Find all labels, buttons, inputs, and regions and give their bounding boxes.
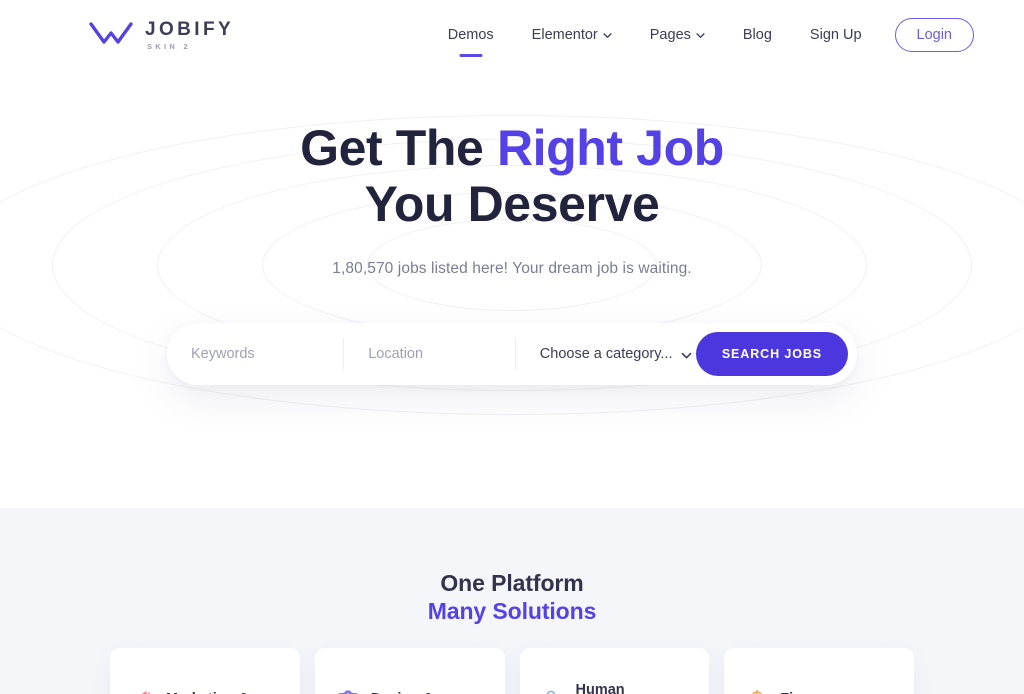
category-select[interactable]: Choose a category...: [514, 338, 696, 370]
location-field[interactable]: [343, 338, 515, 370]
hero-subtitle: 1,80,570 jobs listed here! Your dream jo…: [332, 260, 692, 277]
chevron-down-icon: [681, 349, 692, 360]
nav-label-elementor: Elementor: [531, 26, 598, 43]
category-card-finance[interactable]: Finance: [724, 648, 914, 694]
categories-section: One Platform Many Solutions Marketing &: [0, 508, 1024, 694]
nav-item-pages[interactable]: Pages: [631, 28, 724, 43]
nav-item-sign-up[interactable]: Sign Up: [791, 28, 881, 43]
heart-chevron-logo-icon: [88, 20, 134, 50]
headline-accent: Right Job: [496, 120, 724, 176]
chevron-down-icon: [603, 31, 612, 40]
category-card-design[interactable]: Design &: [314, 648, 505, 694]
vector-nodes-icon: [337, 688, 359, 694]
brand-logo[interactable]: JOBIFY SKIN 2: [88, 20, 234, 51]
dollar-sign-icon: [746, 688, 768, 694]
nav-label-sign-up: Sign Up: [809, 26, 862, 43]
category-label-marketing: Marketing &: [166, 690, 249, 694]
category-label-human-research: Design &: [371, 690, 434, 694]
hero-section: JOBIFY SKIN 2 Demos Elementor Pages Blog…: [0, 0, 1024, 508]
megaphone-icon: [132, 688, 154, 694]
chevron-down-icon: [696, 31, 705, 40]
page-root: JOBIFY SKIN 2 Demos Elementor Pages Blog…: [0, 0, 1024, 694]
keywords-field[interactable]: [167, 338, 344, 370]
job-search-bar: Choose a category... SEARCH JOBS: [167, 323, 857, 385]
category-cards: Marketing & Design &: [0, 625, 1024, 694]
nav-label-demos: Demos: [447, 26, 494, 43]
category-selected-label: Choose a category...: [539, 346, 673, 362]
headline-part-1: Get The: [300, 120, 497, 176]
login-button[interactable]: Login: [894, 17, 974, 53]
nav-item-blog[interactable]: Blog: [724, 28, 791, 43]
headline-line-2: You Deserve: [364, 176, 660, 232]
page-title: Get The Right Job You Deserve: [0, 120, 1024, 232]
hero-content: Get The Right Job You Deserve 1,80,570 j…: [0, 70, 1024, 385]
category-label-design: Human Research &: [575, 682, 625, 694]
search-input-location[interactable]: [368, 346, 515, 362]
site-header: JOBIFY SKIN 2 Demos Elementor Pages Blog…: [0, 0, 1024, 70]
category-label-finance: Finance: [780, 690, 835, 694]
active-nav-underline: [459, 54, 483, 58]
main-navigation: Demos Elementor Pages Blog Sign Up Login: [429, 17, 974, 58]
section-heading: One Platform Many Solutions: [0, 508, 1024, 625]
nav-label-blog: Blog: [742, 26, 772, 43]
category-card-human-research[interactable]: Human Research &: [519, 648, 710, 694]
brand-tagline: SKIN 2: [147, 41, 191, 51]
search-input-keywords[interactable]: [191, 346, 344, 362]
search-jobs-button[interactable]: SEARCH JOBS: [695, 332, 849, 376]
brand-name: JOBIFY: [145, 18, 235, 40]
nav-label-pages: Pages: [649, 26, 691, 43]
nav-item-demos[interactable]: Demos: [429, 26, 513, 58]
category-card-marketing[interactable]: Marketing &: [110, 648, 300, 694]
user-person-icon: [542, 688, 564, 694]
nav-item-elementor[interactable]: Elementor: [513, 28, 631, 43]
section-heading-line-2: Many Solutions: [427, 597, 597, 624]
section-heading-line-1: One Platform: [440, 570, 584, 596]
